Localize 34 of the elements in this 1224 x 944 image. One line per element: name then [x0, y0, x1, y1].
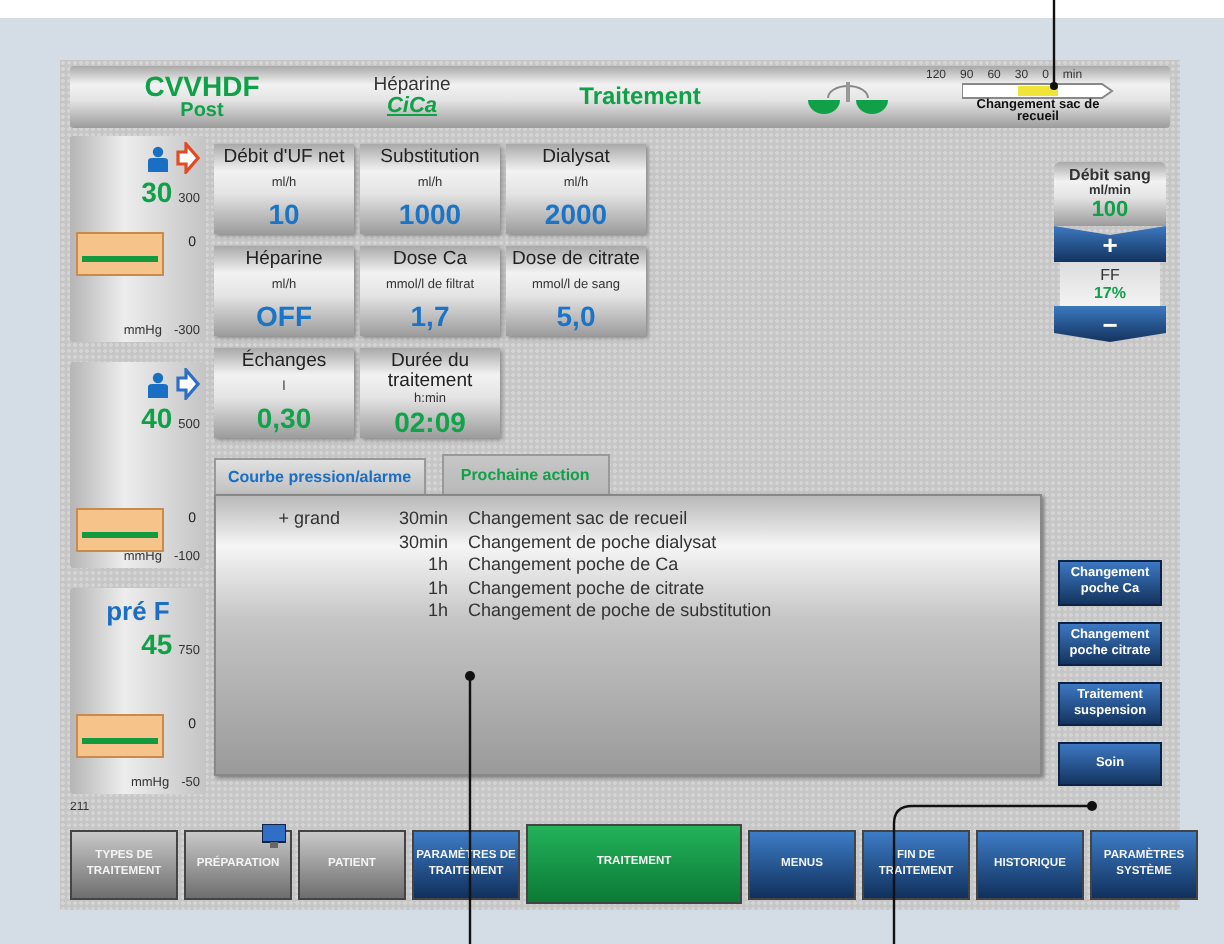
- mode-sub: Post: [180, 101, 224, 123]
- action-name: Changement poche de citrate: [466, 577, 707, 600]
- action-time: 1h: [425, 577, 450, 600]
- gauge-label: pré F: [106, 595, 170, 625]
- gauge-value: 45: [141, 628, 173, 660]
- mode-label: CVVHDF: [144, 71, 260, 102]
- arrow-icon: [176, 142, 200, 174]
- action-name: Changement de poche dialysat: [466, 531, 719, 554]
- pressure-level: [82, 532, 158, 539]
- action-time: 1h: [425, 554, 450, 577]
- pressure-level: [82, 737, 158, 744]
- arrow-icon: [176, 368, 200, 400]
- screen-title: Traitement: [579, 84, 701, 110]
- decrease-button[interactable]: −: [1054, 306, 1166, 342]
- action-time: 1h: [425, 600, 450, 623]
- group-label: + grand: [276, 508, 340, 531]
- pressure-level: [82, 256, 158, 263]
- action-time: 30min: [396, 531, 450, 554]
- flow-label: Débit sang: [1069, 166, 1151, 184]
- balance-icon: [804, 79, 892, 115]
- anticoag-sub: CiCa: [386, 95, 438, 119]
- ff-display: FF 17%: [1060, 262, 1160, 306]
- action-name: Changement sac de recueil: [466, 508, 690, 531]
- action-name: Changement poche de Ca: [466, 554, 681, 577]
- action-time: 30min: [396, 508, 450, 531]
- leader-line: [1050, 0, 1058, 90]
- increase-button[interactable]: +: [1054, 226, 1166, 262]
- anticoag-label: Héparine: [373, 75, 451, 96]
- person-icon: [148, 371, 168, 397]
- gauge-value: 40: [141, 402, 173, 434]
- action-name: Changement de poche de substitution: [466, 600, 774, 623]
- gauge-value: 30: [141, 176, 173, 208]
- flow-value: 100: [1091, 198, 1129, 222]
- person-icon: [148, 145, 168, 171]
